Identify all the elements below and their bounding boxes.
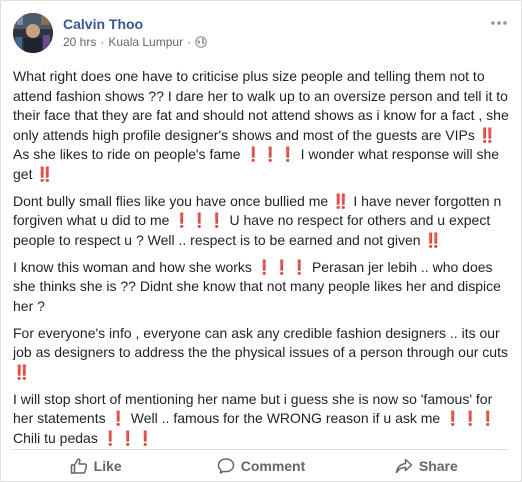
like-button[interactable]: Like bbox=[13, 450, 178, 481]
globe-icon[interactable] bbox=[195, 36, 207, 48]
post-text: What right does one have to criticise pl… bbox=[13, 67, 509, 456]
post-paragraph: I will stop short of mentioning her name… bbox=[13, 390, 497, 446]
post-paragraph: For everyone's info , everyone can ask a… bbox=[13, 324, 508, 380]
author-name[interactable]: Calvin Thoo bbox=[63, 16, 143, 32]
post-paragraph: Dont bully small flies like you have onc… bbox=[13, 192, 502, 248]
share-label: Share bbox=[418, 457, 458, 474]
post-header: Calvin Thoo 20 hrs · Kuala Lumpur · bbox=[13, 13, 511, 57]
comment-label: Comment bbox=[240, 457, 306, 474]
post-paragraph: What right does one have to criticise pl… bbox=[13, 68, 509, 182]
post-actions: Like Comment Share bbox=[13, 449, 509, 481]
meta-separator: · bbox=[100, 35, 105, 49]
thumbs-up-icon bbox=[70, 457, 87, 474]
avatar[interactable] bbox=[13, 13, 53, 53]
meta-separator: · bbox=[187, 35, 192, 49]
post-time[interactable]: 20 hrs bbox=[63, 35, 96, 49]
like-label: Like bbox=[93, 457, 122, 474]
comment-icon bbox=[217, 457, 234, 474]
more-options-icon[interactable] bbox=[487, 13, 511, 33]
post-paragraph: I know this woman and how she works ❗❗❗ … bbox=[13, 258, 501, 314]
post-card: Calvin Thoo 20 hrs · Kuala Lumpur · What… bbox=[0, 0, 522, 482]
share-arrow-icon bbox=[395, 458, 413, 473]
share-button[interactable]: Share bbox=[344, 450, 509, 481]
post-location[interactable]: Kuala Lumpur bbox=[108, 35, 183, 49]
post-meta: 20 hrs · Kuala Lumpur · bbox=[63, 35, 207, 49]
comment-button[interactable]: Comment bbox=[178, 450, 343, 481]
